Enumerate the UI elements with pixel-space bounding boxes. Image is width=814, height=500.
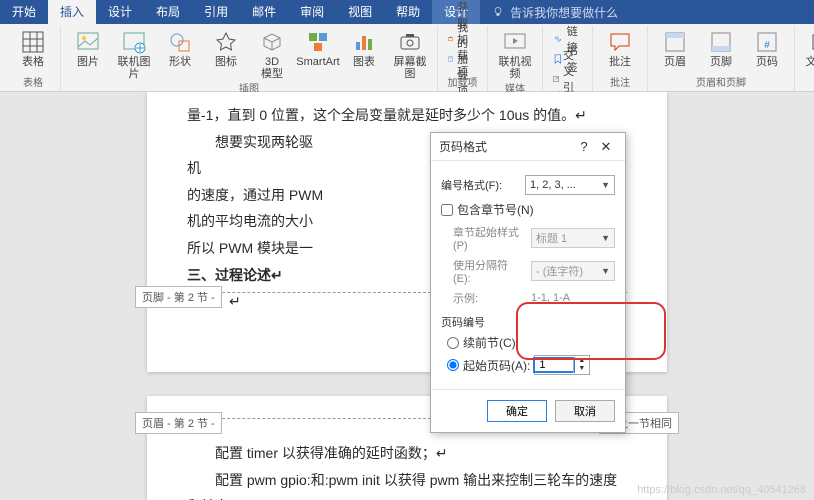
- icons-icon: [214, 30, 238, 54]
- footer-section-tag: 页脚 - 第 2 节 -: [135, 286, 222, 308]
- 3d-model-button[interactable]: 3D 模型: [251, 26, 293, 80]
- ribbon: 表格 表格 图片 联机图片 形状 图标 3D 模型 SmartArt 图表 屏幕…: [0, 24, 814, 92]
- online-picture-button[interactable]: 联机图片: [113, 26, 155, 80]
- cancel-button[interactable]: 取消: [555, 400, 615, 422]
- table-button[interactable]: 表格: [12, 26, 54, 68]
- header-button[interactable]: 页眉: [654, 26, 696, 68]
- camera-icon: [398, 30, 422, 54]
- store-icon: [448, 32, 453, 46]
- group-links: 链接 书签 交叉引用 链接: [543, 26, 593, 91]
- example-label: 示例:: [453, 290, 525, 306]
- tab-bar: 开始 插入 设计 布局 引用 邮件 审阅 视图 帮助 设计 告诉我你想要做什么: [0, 0, 814, 24]
- comment-button[interactable]: 批注: [599, 26, 641, 68]
- textbox-icon: A: [810, 30, 814, 54]
- ok-button[interactable]: 确定: [487, 400, 547, 422]
- chart-button[interactable]: 图表: [343, 26, 385, 80]
- footer-button[interactable]: 页脚: [700, 26, 742, 68]
- page-number-format-dialog: 页码格式 ? ✕ 编号格式(F): 1, 2, 3, ...▼ 包含章节号(N)…: [430, 132, 626, 433]
- text-line: 量-1，直到 0 位置，这个全局变量就是延时多少个 10us 的值。↵: [187, 102, 627, 129]
- start-at-input[interactable]: [535, 359, 573, 371]
- document-area: 量-1，直到 0 位置，这个全局变量就是延时多少个 10us 的值。↵ 想要实现…: [0, 92, 814, 500]
- separator-label: 使用分隔符(E):: [453, 257, 525, 285]
- video-icon: [503, 30, 527, 54]
- my-addins-button[interactable]: 我的加载项: [444, 50, 481, 68]
- bookmark-icon: [553, 52, 563, 66]
- dialog-title: 页码格式: [439, 138, 573, 155]
- include-chapter-checkbox[interactable]: [441, 204, 453, 216]
- chapter-style-label: 章节起始样式(P): [453, 224, 525, 252]
- help-button[interactable]: ?: [573, 139, 595, 154]
- icons-button[interactable]: 图标: [205, 26, 247, 80]
- textbox-button[interactable]: A文本框: [801, 26, 814, 80]
- example-value: 1-1, 1-A: [531, 292, 570, 304]
- online-picture-icon: [122, 30, 146, 54]
- tab-design[interactable]: 设计: [96, 0, 144, 24]
- tab-review[interactable]: 审阅: [288, 0, 336, 24]
- addin-icon: [448, 52, 453, 66]
- chevron-down-icon: ▼: [601, 180, 610, 190]
- shapes-button[interactable]: 形状: [159, 26, 201, 80]
- smartart-button[interactable]: SmartArt: [297, 26, 339, 80]
- group-illustrations: 图片 联机图片 形状 图标 3D 模型 SmartArt 图表 屏幕截图 插图: [61, 26, 438, 91]
- start-at-spinner[interactable]: ▲▼: [534, 355, 590, 375]
- separator-select: - (连字符)▼: [531, 261, 615, 281]
- group-media: 联机视频 媒体: [488, 26, 543, 91]
- svg-text:#: #: [764, 40, 770, 51]
- spin-down-icon[interactable]: ▼: [574, 365, 589, 373]
- table-icon: [21, 30, 45, 54]
- chevron-down-icon: ▼: [601, 266, 610, 276]
- tab-insert[interactable]: 插入: [48, 0, 96, 24]
- footer-icon: [709, 30, 733, 54]
- comment-icon: [608, 30, 632, 54]
- dialog-titlebar: 页码格式 ? ✕: [431, 133, 625, 161]
- tell-me[interactable]: 告诉我你想要做什么: [480, 4, 630, 21]
- page-numbering-group: 页码编号: [441, 314, 615, 330]
- close-button[interactable]: ✕: [595, 139, 617, 155]
- header-section-tag: 页眉 - 第 2 节 -: [135, 412, 222, 434]
- number-format-select[interactable]: 1, 2, 3, ...▼: [525, 175, 615, 195]
- picture-button[interactable]: 图片: [67, 26, 109, 80]
- crossref-button[interactable]: 交叉引用: [549, 70, 586, 88]
- group-header-footer: 页眉 页脚 #页码 页眉和页脚: [648, 26, 795, 91]
- tab-mailings[interactable]: 邮件: [240, 0, 288, 24]
- pagenum-icon: #: [755, 30, 779, 54]
- page-number-button[interactable]: #页码: [746, 26, 788, 68]
- watermark: https://blog.csdn.net/qq_40541268: [637, 484, 806, 496]
- bulb-icon: [492, 6, 504, 18]
- group-text: A文本框 文档部件: [795, 26, 814, 91]
- chapter-style-select: 标题 1▼: [531, 228, 615, 248]
- chart-icon: [352, 30, 376, 54]
- picture-icon: [76, 30, 100, 54]
- tell-me-label: 告诉我你想要做什么: [510, 4, 618, 21]
- text-line: 配置 timer 以获得准确的延时函数；↵: [187, 440, 627, 467]
- chevron-down-icon: ▼: [601, 233, 610, 243]
- tab-help[interactable]: 帮助: [384, 0, 432, 24]
- tab-layout[interactable]: 布局: [144, 0, 192, 24]
- group-tables: 表格 表格: [6, 26, 61, 91]
- start-at-radio[interactable]: [447, 359, 459, 371]
- cube-icon: [260, 30, 284, 54]
- text-line: 配置 pwm gpio:和:pwm init 以获得 pwm 输出来控制三轮车的…: [187, 467, 627, 500]
- spin-up-icon[interactable]: ▲: [574, 357, 589, 365]
- number-format-label: 编号格式(F):: [441, 177, 519, 193]
- header-icon: [663, 30, 687, 54]
- shapes-icon: [168, 30, 192, 54]
- include-chapter-label: 包含章节号(N): [457, 201, 534, 218]
- smartart-icon: [306, 30, 330, 54]
- group-comments: 批注 批注: [593, 26, 648, 91]
- continue-label: 续前节(C): [463, 334, 516, 351]
- link-icon: [553, 32, 563, 46]
- tab-references[interactable]: 引用: [192, 0, 240, 24]
- tab-home[interactable]: 开始: [0, 0, 48, 24]
- tab-view[interactable]: 视图: [336, 0, 384, 24]
- group-addins: 获取加载项 我的加载项 加载项: [438, 26, 488, 91]
- screenshot-button[interactable]: 屏幕截图: [389, 26, 431, 80]
- crossref-icon: [553, 72, 559, 86]
- continue-radio[interactable]: [447, 337, 459, 349]
- online-video-button[interactable]: 联机视频: [494, 26, 536, 80]
- start-at-label: 起始页码(A):: [463, 357, 530, 374]
